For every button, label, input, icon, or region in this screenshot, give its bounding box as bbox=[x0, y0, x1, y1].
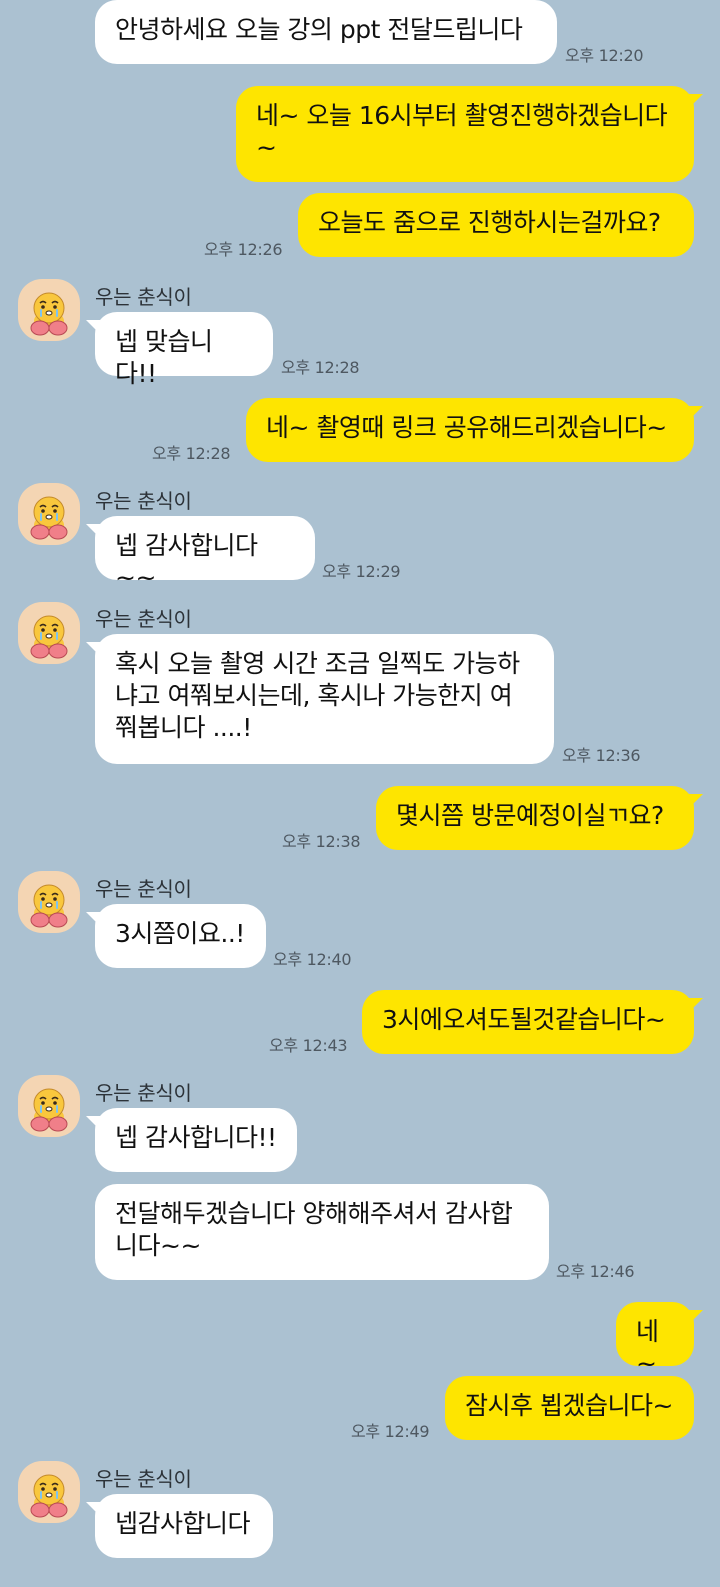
incoming-message-bubble[interactable]: 혹시 오늘 촬영 시간 조금 일찍도 가능하냐고 여쭤보시는데, 혹시나 가능한… bbox=[95, 634, 554, 764]
outgoing-message-bubble[interactable]: 오늘도 줌으로 진행하시는걸까요? bbox=[298, 193, 694, 257]
sender-name: 우는 춘식이 bbox=[95, 607, 192, 631]
sender-name: 우는 춘식이 bbox=[95, 489, 192, 513]
outgoing-message-bubble[interactable]: 네~ 오늘 16시부터 촬영진행하겠습니다~ bbox=[236, 86, 694, 182]
crying-choonsik-icon bbox=[18, 279, 80, 341]
crying-choonsik-icon bbox=[18, 483, 80, 545]
outgoing-message-bubble[interactable]: 네~ bbox=[616, 1302, 694, 1378]
incoming-message-bubble[interactable]: 넵 맞습니다!! bbox=[95, 312, 273, 388]
sender-name: 우는 춘식이 bbox=[95, 1081, 192, 1105]
message-timestamp: 오후 12:49 bbox=[351, 1422, 430, 1441]
message-timestamp: 오후 12:36 bbox=[562, 746, 641, 765]
incoming-message-bubble[interactable]: 전달해두겠습니다 양해해주셔서 감사합니다~~ bbox=[95, 1184, 549, 1280]
message-timestamp: 오후 12:29 bbox=[322, 562, 401, 581]
message-timestamp: 오후 12:38 bbox=[282, 832, 361, 851]
outgoing-message-bubble[interactable]: 네~ 촬영때 링크 공유해드리겠습니다~ bbox=[246, 398, 694, 462]
chat-area[interactable]: 안녕하세요 오늘 강의 ppt 전달드립니다오후 12:20 네~ 오늘 16시부… bbox=[0, 0, 720, 1587]
message-timestamp: 오후 12:28 bbox=[152, 444, 231, 463]
incoming-message-bubble[interactable]: 3시쯤이요..! bbox=[95, 904, 266, 968]
incoming-message-bubble[interactable]: 넵 감사합니다~~ bbox=[95, 516, 315, 592]
incoming-message-bubble[interactable]: 안녕하세요 오늘 강의 ppt 전달드립니다 bbox=[95, 0, 557, 64]
message-timestamp: 오후 12:43 bbox=[269, 1036, 348, 1055]
avatar[interactable] bbox=[18, 602, 80, 664]
sender-name: 우는 춘식이 bbox=[95, 1467, 192, 1491]
outgoing-message-bubble[interactable]: 잠시후 뵙겠습니다~ bbox=[445, 1376, 694, 1440]
avatar[interactable] bbox=[18, 483, 80, 545]
message-timestamp: 오후 12:26 bbox=[204, 240, 283, 259]
sender-name: 우는 춘식이 bbox=[95, 877, 192, 901]
avatar[interactable] bbox=[18, 871, 80, 933]
message-timestamp: 오후 12:28 bbox=[281, 358, 360, 377]
incoming-message-bubble[interactable]: 넵감사합니다 bbox=[95, 1494, 273, 1558]
crying-choonsik-icon bbox=[18, 871, 80, 933]
crying-choonsik-icon bbox=[18, 1461, 80, 1523]
message-timestamp: 오후 12:46 bbox=[556, 1262, 635, 1281]
avatar[interactable] bbox=[18, 1075, 80, 1137]
avatar[interactable] bbox=[18, 1461, 80, 1523]
incoming-message-bubble[interactable]: 넵 감사합니다!! bbox=[95, 1108, 297, 1172]
avatar[interactable] bbox=[18, 279, 80, 341]
crying-choonsik-icon bbox=[18, 1075, 80, 1137]
crying-choonsik-icon bbox=[18, 602, 80, 664]
sender-name: 우는 춘식이 bbox=[95, 285, 192, 309]
outgoing-message-bubble[interactable]: 몇시쯤 방문예정이실ㄲ요? bbox=[376, 786, 694, 850]
message-timestamp: 오후 12:20 bbox=[565, 46, 644, 65]
outgoing-message-bubble[interactable]: 3시에오셔도될것같습니다~ bbox=[362, 990, 694, 1054]
message-timestamp: 오후 12:40 bbox=[273, 950, 352, 969]
